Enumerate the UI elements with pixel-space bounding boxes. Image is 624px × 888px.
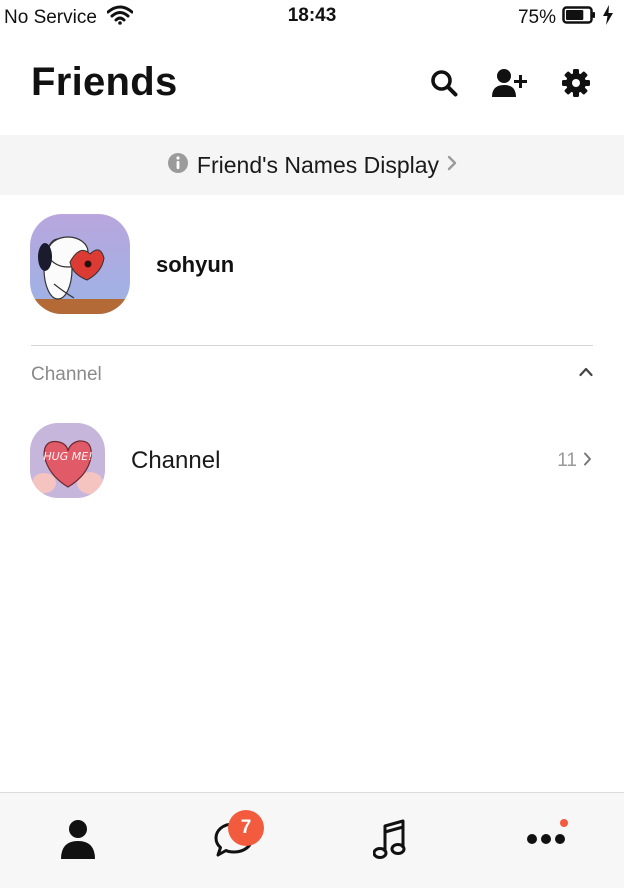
status-bar: No Service 18:43 75% xyxy=(0,0,624,34)
search-icon xyxy=(430,69,458,102)
names-display-banner[interactable]: Friend's Names Display xyxy=(0,135,624,195)
channel-row[interactable]: HUG ME! Channel 11 xyxy=(0,420,624,500)
page-title: Friends xyxy=(31,60,178,104)
add-friend-button[interactable] xyxy=(492,67,528,103)
unread-badge: 7 xyxy=(228,810,264,846)
profile-name: sohyun xyxy=(156,252,235,277)
search-button[interactable] xyxy=(426,67,462,103)
section-label: Channel xyxy=(31,364,102,385)
tab-friends[interactable] xyxy=(0,793,156,888)
channel-avatar: HUG ME! xyxy=(30,423,105,498)
battery-percent: 75% xyxy=(517,7,556,28)
tab-bar: 7 xyxy=(0,792,624,888)
notification-dot xyxy=(560,819,568,827)
names-display-label: Friend's Names Display xyxy=(196,151,440,178)
svg-text:HUG ME!: HUG ME! xyxy=(43,450,92,463)
more-icon xyxy=(526,832,566,851)
status-right: 75% xyxy=(518,5,614,31)
music-note-icon xyxy=(372,818,407,865)
channel-count-value: 11 xyxy=(557,450,577,471)
my-profile-row[interactable]: sohyun xyxy=(0,210,624,320)
chevron-right-icon xyxy=(447,155,457,176)
add-friend-icon xyxy=(492,68,528,103)
gear-icon xyxy=(562,68,590,102)
tab-chats[interactable]: 7 xyxy=(156,793,312,888)
tab-more[interactable] xyxy=(468,793,624,888)
channel-section-header[interactable]: Channel xyxy=(31,362,593,390)
tab-music[interactable] xyxy=(312,793,468,888)
profile-avatar xyxy=(30,214,130,314)
battery-icon xyxy=(562,6,596,30)
chevron-up-icon xyxy=(579,364,593,382)
charging-bolt-icon xyxy=(602,5,614,31)
header: Friends xyxy=(0,40,624,130)
divider xyxy=(31,345,593,346)
header-actions xyxy=(426,67,594,103)
settings-button[interactable] xyxy=(558,67,594,103)
chevron-right-icon xyxy=(583,450,592,472)
info-icon xyxy=(167,152,189,179)
channel-count: 11 xyxy=(557,450,592,472)
channel-name: Channel xyxy=(131,447,221,474)
person-icon xyxy=(60,819,96,864)
